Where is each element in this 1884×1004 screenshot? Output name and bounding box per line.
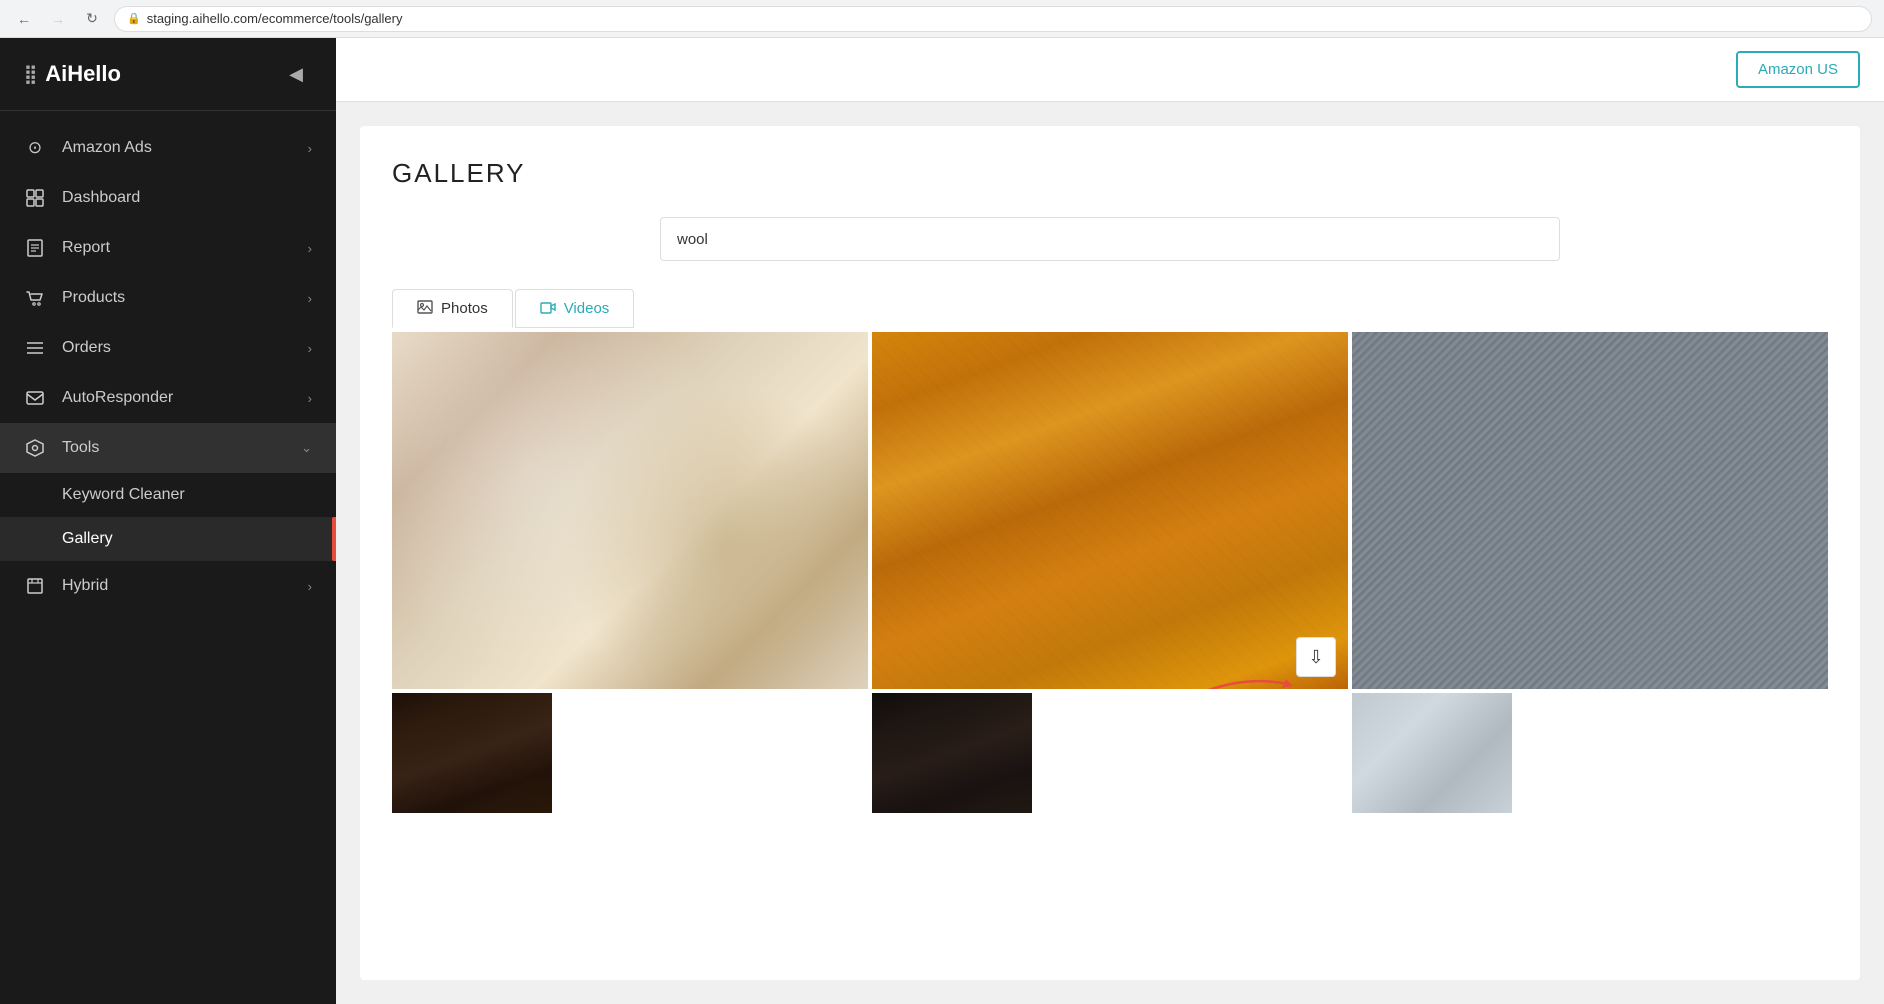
logo-icon: ⣿ — [24, 64, 37, 85]
keyword-cleaner-label: Keyword Cleaner — [62, 486, 185, 504]
sidebar-item-autoresponder[interactable]: AutoResponder › — [0, 373, 336, 423]
sidebar-item-label: Report — [62, 239, 308, 257]
chevron-right-icon: › — [308, 141, 312, 156]
sidebar-item-tools[interactable]: Tools ⌄ — [0, 423, 336, 473]
tab-photos-label: Photos — [441, 300, 488, 317]
gallery-item[interactable] — [872, 693, 1032, 813]
gallery-item[interactable] — [1352, 332, 1828, 689]
sidebar-item-keyword-cleaner[interactable]: Keyword Cleaner — [0, 473, 336, 517]
tab-videos[interactable]: Videos — [515, 289, 635, 328]
amazon-ads-icon: ⊙ — [24, 137, 46, 159]
videos-tab-icon — [540, 301, 556, 317]
chevron-right-icon: › — [308, 579, 312, 594]
gallery-grid: ⇩ — [392, 332, 1828, 813]
logo-text: AiHello — [45, 61, 121, 87]
main-header: Amazon US — [336, 38, 1884, 102]
browser-chrome: ← → ↻ 🔒 staging.aihello.com/ecommerce/to… — [0, 0, 1884, 38]
chevron-right-icon: › — [308, 341, 312, 356]
arrow-annotation — [1178, 664, 1298, 689]
tab-videos-label: Videos — [564, 300, 610, 317]
logo: ⣿ AiHello — [24, 61, 121, 87]
sidebar-item-dashboard[interactable]: Dashboard — [0, 173, 336, 223]
tabs: Photos Videos — [392, 289, 1828, 328]
hybrid-icon — [24, 575, 46, 597]
content-area: GALLERY Photos — [336, 102, 1884, 1004]
url-text: staging.aihello.com/ecommerce/tools/gall… — [147, 11, 403, 26]
sidebar-item-hybrid[interactable]: Hybrid › — [0, 561, 336, 611]
address-bar[interactable]: 🔒 staging.aihello.com/ecommerce/tools/ga… — [114, 6, 1872, 32]
search-bar-wrapper — [392, 217, 1828, 261]
sidebar: ⣿ AiHello ◀ ⊙ Amazon Ads › — [0, 38, 336, 1004]
chevron-right-icon: › — [308, 391, 312, 406]
search-input[interactable] — [660, 217, 1560, 261]
sidebar-nav: ⊙ Amazon Ads › Dashboard — [0, 111, 336, 1004]
orders-icon — [24, 337, 46, 359]
app-container: ⣿ AiHello ◀ ⊙ Amazon Ads › — [0, 38, 1884, 1004]
gallery-item[interactable]: ⇩ — [872, 332, 1348, 689]
lock-icon: 🔒 — [127, 12, 141, 25]
photos-tab-icon — [417, 300, 433, 317]
chevron-down-icon: ⌄ — [301, 440, 312, 456]
tools-submenu: Keyword Cleaner Gallery — [0, 473, 336, 561]
sidebar-toggle-button[interactable]: ◀ — [280, 58, 312, 90]
sidebar-item-label: Hybrid — [62, 577, 308, 595]
gallery-item[interactable] — [392, 332, 868, 689]
forward-button[interactable]: → — [46, 7, 70, 31]
sidebar-item-label: Dashboard — [62, 189, 312, 207]
autoresponder-icon — [24, 387, 46, 409]
tools-icon — [24, 437, 46, 459]
sidebar-header: ⣿ AiHello ◀ — [0, 38, 336, 111]
back-button[interactable]: ← — [12, 7, 36, 31]
sidebar-item-amazon-ads[interactable]: ⊙ Amazon Ads › — [0, 123, 336, 173]
sidebar-item-orders[interactable]: Orders › — [0, 323, 336, 373]
chevron-right-icon: › — [308, 291, 312, 306]
gallery-label: Gallery — [62, 530, 113, 548]
products-icon — [24, 287, 46, 309]
amazon-us-button[interactable]: Amazon US — [1736, 51, 1860, 88]
sidebar-item-label: Tools — [62, 439, 301, 457]
tab-photos[interactable]: Photos — [392, 289, 513, 328]
gallery-item[interactable] — [392, 693, 552, 813]
sidebar-item-products[interactable]: Products › — [0, 273, 336, 323]
download-button[interactable]: ⇩ — [1296, 637, 1336, 677]
reload-button[interactable]: ↻ — [80, 7, 104, 31]
sidebar-item-label: Amazon Ads — [62, 139, 308, 157]
sidebar-item-gallery[interactable]: Gallery — [0, 517, 336, 561]
sidebar-item-label: Products — [62, 289, 308, 307]
chevron-right-icon: › — [308, 241, 312, 256]
sidebar-item-label: AutoResponder — [62, 389, 308, 407]
dashboard-icon — [24, 187, 46, 209]
sidebar-item-label: Orders — [62, 339, 308, 357]
gallery-item[interactable] — [1352, 693, 1512, 813]
report-icon — [24, 237, 46, 259]
gallery-container: GALLERY Photos — [360, 126, 1860, 980]
sidebar-item-report[interactable]: Report › — [0, 223, 336, 273]
main-content: Amazon US GALLERY — [336, 38, 1884, 1004]
gallery-title: GALLERY — [392, 158, 1828, 189]
